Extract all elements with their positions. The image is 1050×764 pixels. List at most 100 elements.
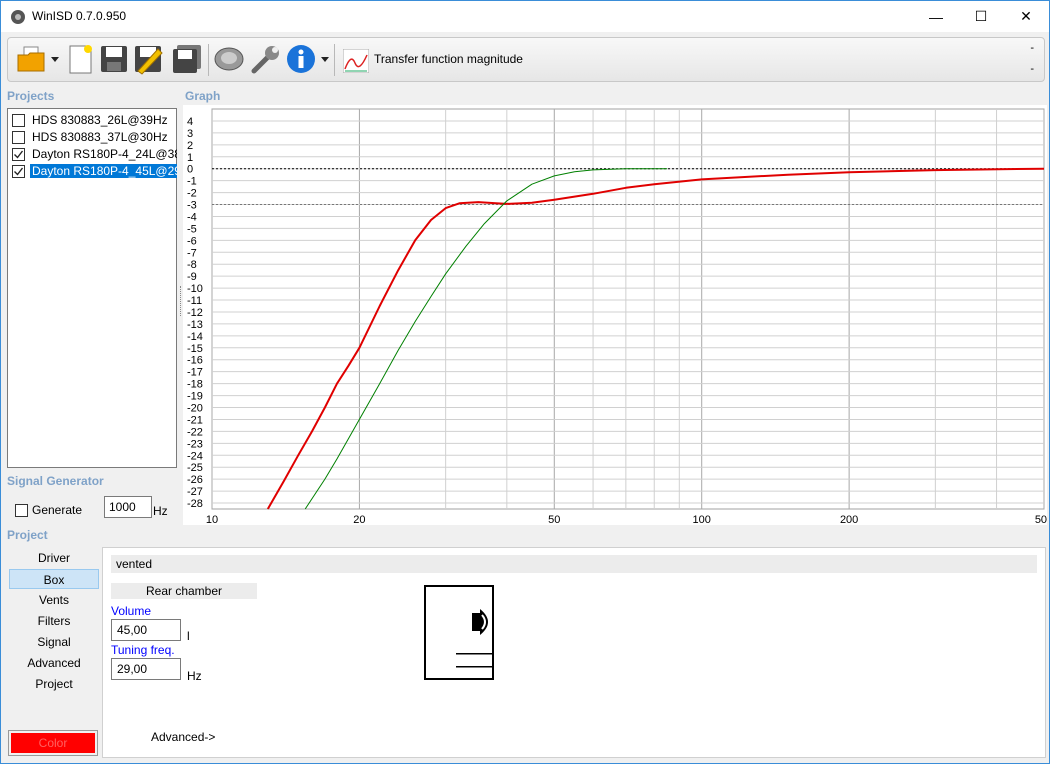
project-checkbox[interactable] [12,148,25,161]
x-tick-label: 10 [206,514,218,525]
rear-chamber-header: Rear chamber [111,583,257,599]
nav-project[interactable]: Project [9,674,99,694]
y-tick-label: 4 [187,116,193,128]
generate-checkbox[interactable] [15,504,28,517]
new-file-icon[interactable] [64,43,96,75]
generate-label[interactable]: Generate [32,503,82,517]
project-item[interactable]: HDS 830883_26L@39Hz [11,112,177,129]
y-tick-label: -14 [187,331,203,343]
y-tick-label: -17 [187,367,203,379]
y-tick-label: -2 [187,188,197,200]
volume-label: Volume [111,604,152,618]
y-tick-label: -9 [187,271,197,283]
y-tick-label: -27 [187,486,203,498]
y-tick-label: -26 [187,474,203,486]
x-tick-label: 20 [353,514,365,525]
nav-vents[interactable]: Vents [9,590,99,610]
check-icon [14,150,24,159]
y-tick-label: -20 [187,403,203,415]
open-folder-icon[interactable] [16,43,48,75]
toolbar: Transfer function magnitude - - [7,37,1045,82]
vented-box-diagram-icon [424,585,494,680]
project-item[interactable]: Dayton RS180P-4_24L@38Hz [11,146,177,163]
y-tick-label: -4 [187,211,197,223]
generator-frequency-input[interactable]: 1000 [104,496,152,518]
project-label[interactable]: HDS 830883_26L@39Hz [32,113,168,127]
y-tick-label: 0 [187,164,193,176]
toolbar-dash-top: - [1030,42,1034,54]
transfer-function-chart: 43210-1-2-3-4-5-6-7-8-9-10-11-12-13-14-1… [187,108,1050,526]
toolbar-separator [208,44,209,76]
x-tick-label: 100 [693,514,711,525]
nav-box[interactable]: Box [9,569,99,589]
panel-splitter[interactable] [180,286,182,316]
y-tick-label: -21 [187,414,203,426]
transfer-function-graph-icon[interactable] [343,49,369,73]
tools-icon[interactable] [250,43,282,75]
tuning-freq-input[interactable]: 29,00 [111,658,181,680]
speaker-app-icon [11,10,25,24]
y-tick-label: -23 [187,438,203,450]
project-label[interactable]: HDS 830883_37L@30Hz [32,130,168,144]
volume-unit: l [187,629,190,643]
x-tick-label: 200 [840,514,858,525]
y-tick-label: -1 [187,176,197,188]
y-tick-label: -16 [187,355,203,367]
y-tick-label: 1 [187,152,193,164]
graph-section-label: Graph [185,89,221,103]
info-icon[interactable] [285,43,317,75]
y-tick-label: 2 [187,140,193,152]
y-tick-label: -5 [187,223,197,235]
project-item-selected[interactable]: Dayton RS180P-4_45L@29Hz [11,163,177,180]
project-label[interactable]: Dayton RS180P-4_24L@38Hz [32,147,177,161]
project-checkbox[interactable] [12,131,25,144]
y-tick-label: -19 [187,391,203,403]
toolbar-dash-bottom: - [1030,63,1034,75]
y-tick-label: -25 [187,462,203,474]
toolbar-separator [334,44,335,76]
close-button[interactable]: ✕ [1003,1,1049,32]
project-section-label: Project [7,528,48,542]
box-type-header: vented [111,555,1037,573]
volume-input[interactable]: 45,00 [111,619,181,641]
check-icon [14,167,24,176]
y-tick-label: -6 [187,235,197,247]
project-checkbox[interactable] [12,165,25,178]
color-button[interactable]: Color [8,730,98,756]
projects-section-label: Projects [7,89,55,103]
nav-advanced[interactable]: Advanced [9,653,99,673]
y-tick-label: -13 [187,319,203,331]
project-item[interactable]: HDS 830883_37L@30Hz [11,129,177,146]
tuning-freq-unit: Hz [187,669,202,683]
maximize-button[interactable]: ☐ [958,1,1004,32]
info-dropdown-icon[interactable] [321,57,329,63]
nav-signal[interactable]: Signal [9,632,99,652]
save-icon[interactable] [98,43,130,75]
y-tick-label: -8 [187,259,197,271]
graph-type-label[interactable]: Transfer function magnitude [374,52,523,66]
y-tick-label: -3 [187,200,197,212]
save-all-icon[interactable] [171,43,203,75]
project-label[interactable]: Dayton RS180P-4_45L@29Hz [30,164,177,178]
signal-generator-section-label: Signal Generator [7,474,104,488]
y-tick-label: -12 [187,307,203,319]
nav-driver[interactable]: Driver [9,548,99,568]
y-tick-label: -7 [187,247,197,259]
generator-frequency-unit: Hz [153,504,168,518]
nav-filters[interactable]: Filters [9,611,99,631]
box-panel: vented Rear chamber Volume 45,00 l Tunin… [102,547,1046,758]
advanced-link[interactable]: Advanced-> [151,730,215,744]
x-tick-label: 500 [1035,514,1047,525]
driver-icon[interactable] [213,43,245,75]
open-dropdown-icon[interactable] [51,57,59,63]
project-checkbox[interactable] [12,114,25,127]
tuning-freq-label: Tuning freq. [111,643,175,657]
color-swatch[interactable]: Color [11,733,95,753]
title-bar: WinISD 0.7.0.950 — ☐ ✕ [1,1,1049,32]
y-tick-label: -10 [187,283,203,295]
app-window: WinISD 0.7.0.950 — ☐ ✕ Transfer function… [0,0,1050,764]
y-tick-label: -24 [187,450,203,462]
minimize-button[interactable]: — [913,1,959,32]
y-tick-label: -15 [187,343,203,355]
save-as-icon[interactable] [132,43,164,75]
